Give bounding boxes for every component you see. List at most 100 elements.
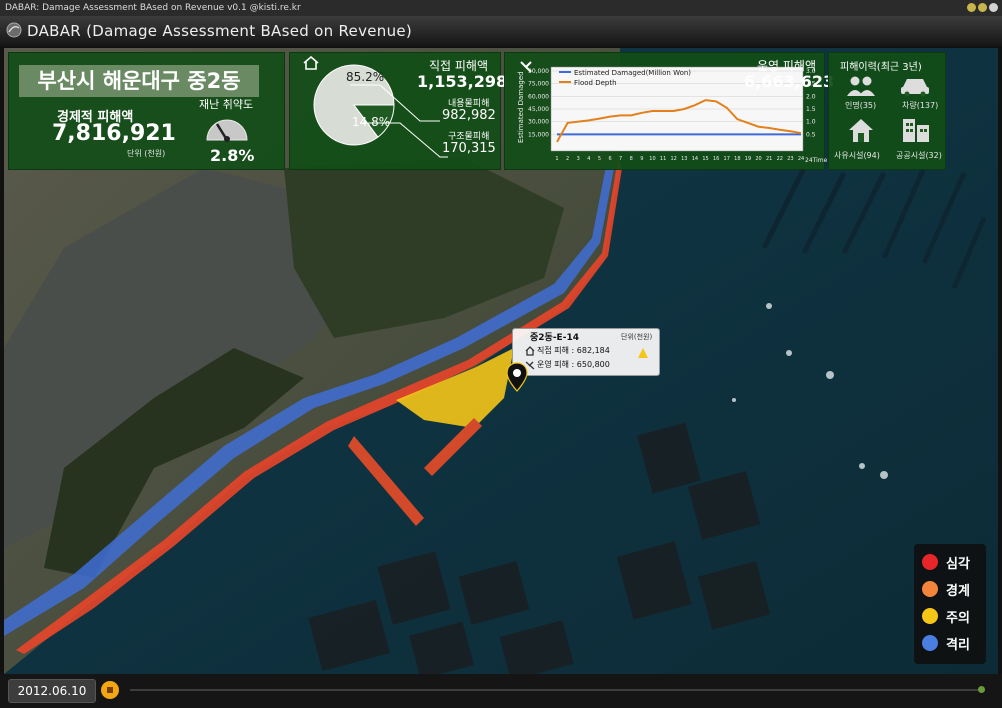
legend-item-severe: 심각 xyxy=(922,552,970,572)
play-button[interactable] xyxy=(101,681,119,699)
chart-x-tick: 2 xyxy=(566,156,569,162)
chart-legend-damage: Estimated Damaged(Million Won) xyxy=(574,69,691,77)
building-icon xyxy=(903,119,929,142)
chart-x-tick: 21 xyxy=(766,156,772,162)
legend-item-isolation: 격리 xyxy=(922,633,970,653)
car-icon xyxy=(901,79,929,97)
minimize-button[interactable] xyxy=(967,3,976,12)
chart-x-tick: 14 xyxy=(692,156,698,162)
chart-right-tick: 2.0 xyxy=(806,93,816,100)
gauge-icon xyxy=(206,119,248,142)
chart-legend-flood: Flood Depth xyxy=(574,79,617,87)
home-icon xyxy=(849,119,873,142)
chart-x-tick: 19 xyxy=(745,156,751,162)
area-popup[interactable]: 중2동-E-14 단위(천원) 직접 피해 : 682,184 운영 피해 : … xyxy=(512,328,660,376)
pie-large-label: 85.2% xyxy=(346,70,385,84)
severity-legend: 심각 경계 주의 격리 xyxy=(914,544,986,664)
history-vehicle: 차량(137) xyxy=(902,101,939,110)
window-title: DABAR: Damage Assessment BAsed on Revenu… xyxy=(5,3,301,13)
chart-x-tick: 12 xyxy=(671,156,677,162)
legend-dot-alert xyxy=(922,581,938,597)
chart-right-tick: 0.5 xyxy=(806,131,816,138)
popup-title: 중2동-E-14 xyxy=(530,333,579,343)
unit-label: 단위 (천원) xyxy=(127,149,166,158)
popup-house-icon xyxy=(525,346,535,356)
chart-x-tick: 23 xyxy=(787,156,793,162)
chart-ylabel: Estimated Damaged xyxy=(517,71,525,143)
close-button[interactable] xyxy=(989,3,998,12)
app-title: DABAR (Damage Assessment BAsed on Revenu… xyxy=(27,22,413,40)
chart-left-tick: 60,000 xyxy=(528,93,549,100)
chart-x-tick: 10 xyxy=(649,156,655,162)
direct-damage-panel: 85.2% 14.8% 직접 피해액 1,153,298 내용물피해 982,9… xyxy=(289,52,507,170)
summary-panel: 부산시 해운대구 중2동 경제적 피해액 7,816,921 단위 (천원) 재… xyxy=(8,52,285,170)
chart-x-tick: 1 xyxy=(555,156,558,162)
history-title: 피해이력(최근 3년) xyxy=(840,62,922,73)
popup-warning-icon xyxy=(638,348,648,358)
timeline-date[interactable]: 2012.06.10 xyxy=(8,679,96,703)
structure-damage-value: 170,315 xyxy=(442,141,496,156)
chart-left-tick: 90,000 xyxy=(528,68,549,75)
chart-x-tick: 4 xyxy=(587,156,590,162)
timeline-slider-handle[interactable] xyxy=(978,686,985,693)
chart-x-tick: 9 xyxy=(640,156,643,162)
people-icon xyxy=(847,76,875,96)
map-view[interactable]: 부산시 해운대구 중2동 경제적 피해액 7,816,921 단위 (천원) 재… xyxy=(4,48,998,674)
chart-x-tick: 20 xyxy=(755,156,761,162)
damage-history-panel: 피해이력(최근 3년) 인명(35) 차량(137) 사유시설(94) 공공시설… xyxy=(828,52,946,170)
economic-damage-value: 7,816,921 xyxy=(52,121,176,146)
operating-damage-value: 6,663,623 xyxy=(744,72,835,91)
vulnerability-value: 2.8% xyxy=(210,146,255,165)
maximize-button[interactable] xyxy=(978,3,987,12)
legend-item-caution: 주의 xyxy=(922,606,970,626)
chart-x-tick: 22 xyxy=(777,156,783,162)
app-logo-icon xyxy=(6,22,22,38)
chart-x-tick: 17 xyxy=(724,156,730,162)
chart-left-ticks: 90,000 75,000 60,000 45,000 30,000 15,000 xyxy=(528,68,549,138)
legend-dot-isolation xyxy=(922,635,938,651)
timeline-bar: 2012.06.10 xyxy=(0,674,1002,708)
popup-direct: 직접 피해 : 682,184 xyxy=(537,346,610,355)
chart-x-tick: 24 xyxy=(798,156,804,162)
window-titlebar: DABAR: Damage Assessment BAsed on Revenu… xyxy=(0,0,1002,16)
legend-item-alert: 경계 xyxy=(922,579,970,599)
chart-left-tick: 30,000 xyxy=(528,119,549,126)
legend-label-caution: 주의 xyxy=(946,610,970,626)
legend-dot-severe xyxy=(922,554,938,570)
direct-damage-value: 1,153,298 xyxy=(417,72,508,91)
legend-label-severe: 심각 xyxy=(946,556,970,572)
legend-dot-caution xyxy=(922,608,938,624)
chart-x-tick: 16 xyxy=(713,156,719,162)
district-name: 부산시 해운대구 중2동 xyxy=(19,65,259,97)
chart-x-tick: 11 xyxy=(660,156,666,162)
chart-x-ticks: 1 2 3 4 5 6 7 8 9 10 11 12 13 14 15 16 17 18 19 20 21 22 23 24 xyxy=(555,156,804,162)
chart-right-tick: 1.5 xyxy=(806,106,816,113)
timeline-slider-track[interactable] xyxy=(130,689,985,691)
contents-damage-value: 982,982 xyxy=(442,108,496,123)
chart-x-tick: 5 xyxy=(598,156,601,162)
chart-x-tick: 6 xyxy=(608,156,611,162)
chart-x-tick: 13 xyxy=(681,156,687,162)
location-pin-icon[interactable] xyxy=(506,362,528,392)
chart-x-tick: 3 xyxy=(577,156,580,162)
operating-damage-panel: 90,000 75,000 60,000 45,000 30,000 15,000 3.0… xyxy=(504,52,834,170)
chart-x-tick: 15 xyxy=(702,156,708,162)
pie-small-label: 14.8% xyxy=(352,115,391,129)
legend-label-alert: 경계 xyxy=(946,583,970,599)
chart-x-tick: 8 xyxy=(630,156,633,162)
popup-operating: 운영 피해 : 650,800 xyxy=(537,360,610,369)
chart-left-tick: 75,000 xyxy=(528,81,549,88)
chart-left-tick: 15,000 xyxy=(528,131,549,138)
chart-left-tick: 45,000 xyxy=(528,106,549,113)
window-controls xyxy=(967,3,998,12)
chart-x-tick: 7 xyxy=(619,156,622,162)
history-people: 인명(35) xyxy=(845,101,877,110)
history-public: 공공시설(32) xyxy=(896,151,942,160)
history-private: 사유시설(94) xyxy=(834,151,880,160)
app-header: DABAR (Damage Assessment BAsed on Revenu… xyxy=(0,16,1002,46)
chart-x-tick: 18 xyxy=(734,156,740,162)
legend-label-isolation: 격리 xyxy=(946,637,970,653)
popup-unit: 단위(천원) xyxy=(621,333,653,341)
chart-x-unit: 24Time xyxy=(805,157,828,164)
chart-right-tick: 1.0 xyxy=(806,119,816,126)
